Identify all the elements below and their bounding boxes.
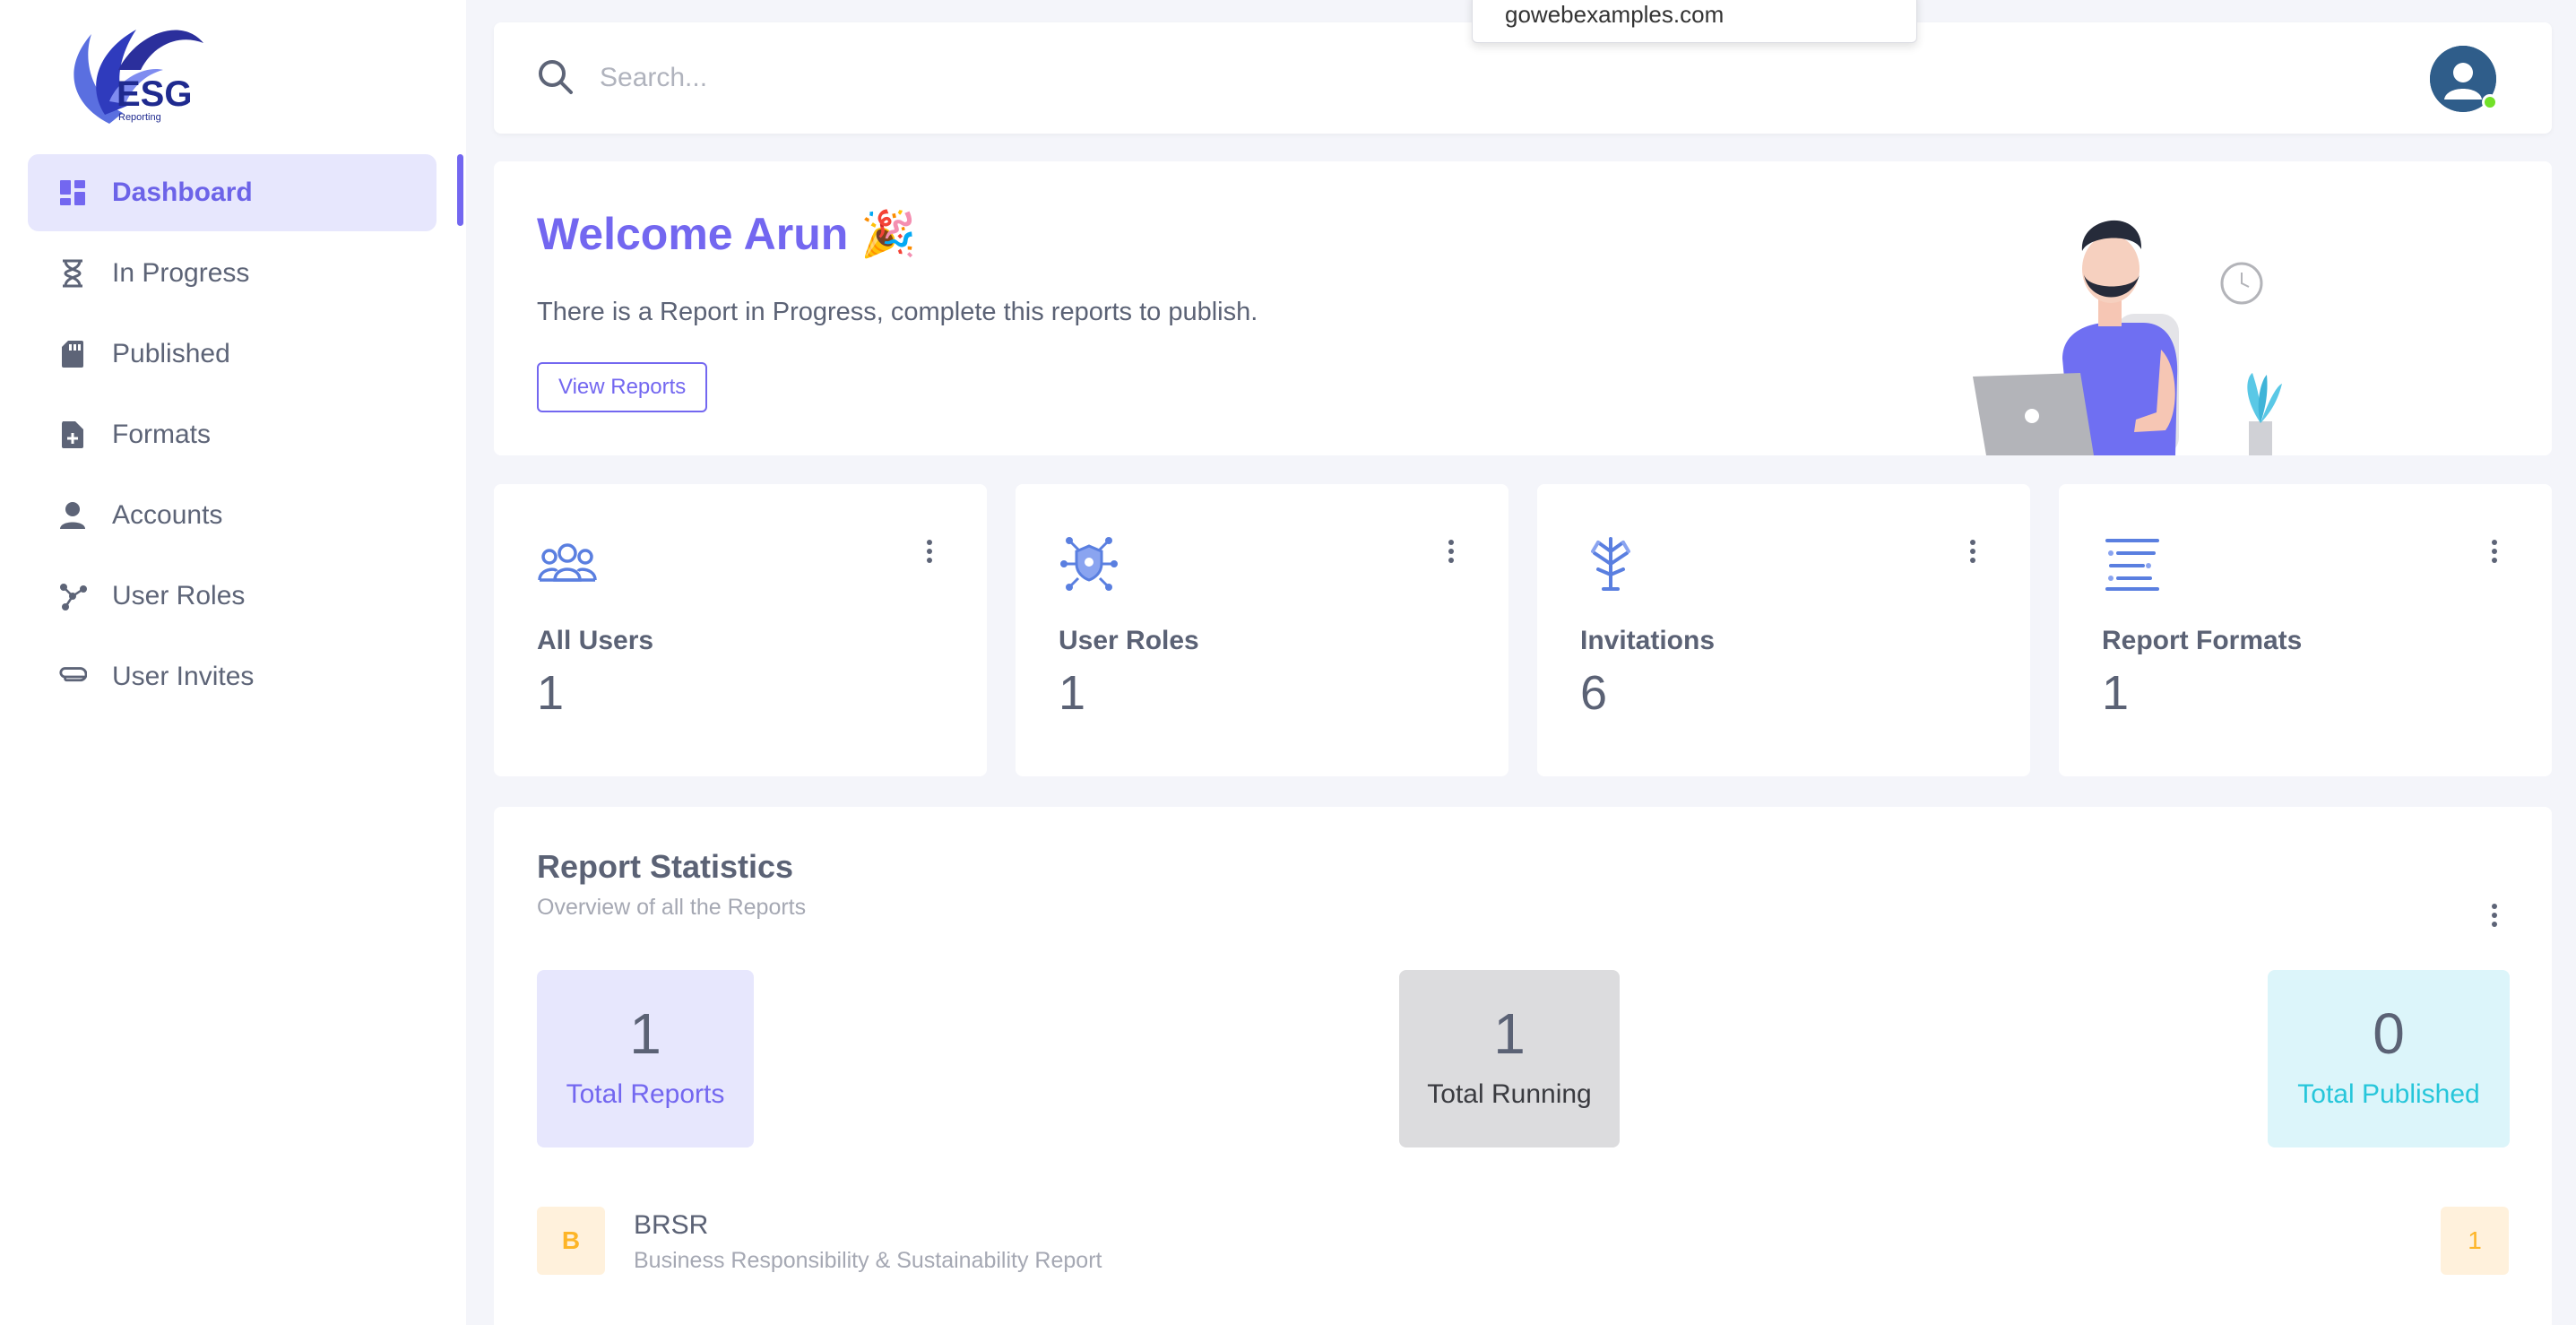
report-name: BRSR [634, 1210, 709, 1240]
stat-label: Invitations [1580, 626, 1716, 655]
hourglass-icon [58, 259, 87, 288]
report-statistics-title: Report Statistics [537, 848, 794, 885]
sidebar-item-label: In Progress [112, 258, 250, 288]
welcome-card: Welcome Arun 🎉 There is a Report in Prog… [494, 161, 2552, 455]
sidebar-item-dashboard[interactable]: Dashboard [28, 154, 437, 231]
search-icon[interactable] [537, 58, 575, 96]
file-plus-icon [58, 420, 87, 449]
total-running-box: 1 Total Running [1399, 970, 1620, 1147]
more-vertical-icon[interactable] [924, 538, 935, 565]
dashboard-icon [58, 178, 87, 207]
stat-value: 1 [1059, 666, 1086, 720]
more-vertical-icon[interactable] [2489, 538, 2500, 565]
sidebar-item-label: Dashboard [112, 178, 253, 207]
welcome-title: Welcome Arun 🎉 [537, 209, 917, 259]
report-count-badge: 1 [2441, 1207, 2509, 1275]
url-tooltip: gowebexamples.com [1472, 0, 1917, 43]
report-statistics-subtitle: Overview of all the Reports [537, 895, 807, 920]
sidebar-item-label: User Invites [112, 662, 255, 691]
users-icon [537, 533, 598, 594]
sidebar-item-label: User Roles [112, 581, 246, 611]
online-status-dot [2482, 94, 2498, 110]
sidebar-item-label: Accounts [112, 500, 223, 530]
stat-label: Report Formats [2102, 626, 2303, 655]
man-with-laptop-illustration [1973, 197, 2349, 455]
list-item[interactable]: B BRSR Business Responsibility & Sustain… [537, 1207, 2509, 1277]
more-vertical-icon[interactable] [1446, 538, 1457, 565]
sd-card-icon [58, 340, 87, 368]
total-reports-box: 1 Total Reports [537, 970, 754, 1147]
logo-subtext: Reporting [118, 112, 161, 123]
report-badge: B [537, 1207, 605, 1275]
total-published-value: 0 [2373, 1001, 2405, 1066]
total-running-label: Total Running [1427, 1079, 1592, 1109]
esg-logo[interactable]: ESG Reporting [56, 16, 217, 131]
paperclip-icon [58, 662, 87, 691]
sidebar-item-label: Published [112, 339, 230, 368]
total-running-value: 1 [1493, 1001, 1526, 1066]
tree-icon [1580, 533, 1641, 594]
total-published-box: 0 Total Published [2268, 970, 2510, 1147]
sidebar-item-formats[interactable]: Formats [28, 396, 437, 473]
sidebar-active-indicator [457, 154, 463, 226]
sidebar-item-in-progress[interactable]: In Progress [28, 235, 437, 312]
search-input[interactable] [600, 49, 1675, 107]
stat-label: User Roles [1059, 626, 1199, 655]
report-description: Business Responsibility & Sustainability… [634, 1248, 1102, 1273]
total-published-label: Total Published [2297, 1079, 2480, 1109]
list-icon [2102, 533, 2163, 594]
sidebar-nav: Dashboard In Progress Published Formats … [28, 154, 437, 719]
avatar[interactable] [2430, 46, 2498, 112]
view-reports-button[interactable]: View Reports [537, 362, 708, 412]
more-vertical-icon[interactable] [1967, 538, 1978, 565]
sidebar-item-user-roles[interactable]: User Roles [28, 558, 437, 635]
stat-value: 1 [2102, 666, 2130, 720]
stat-value: 6 [1580, 666, 1608, 720]
stat-card-invitations[interactable]: Invitations 6 [1537, 484, 2030, 776]
sidebar-item-user-invites[interactable]: User Invites [28, 638, 437, 715]
shield-network-icon [1059, 533, 1119, 594]
total-reports-value: 1 [629, 1001, 661, 1066]
sidebar-item-published[interactable]: Published [28, 316, 437, 393]
user-icon [58, 501, 87, 530]
welcome-subtitle: There is a Report in Progress, complete … [537, 298, 1258, 326]
more-vertical-icon[interactable] [2489, 902, 2500, 929]
stat-card-all-users[interactable]: All Users 1 [494, 484, 987, 776]
stat-card-user-roles[interactable]: User Roles 1 [1016, 484, 1508, 776]
sidebar-item-label: Formats [112, 420, 212, 449]
stat-value: 1 [537, 666, 565, 720]
stat-label: All Users [537, 626, 654, 655]
graph-icon [58, 582, 87, 611]
sidebar-item-accounts[interactable]: Accounts [28, 477, 437, 554]
logo-text: ESG [117, 74, 192, 114]
total-reports-label: Total Reports [566, 1079, 725, 1109]
stat-card-report-formats[interactable]: Report Formats 1 [2059, 484, 2552, 776]
sidebar: ESG Reporting Dashboard In Progress Publ… [0, 0, 466, 1325]
report-statistics-card: Report Statistics Overview of all the Re… [494, 807, 2552, 1325]
